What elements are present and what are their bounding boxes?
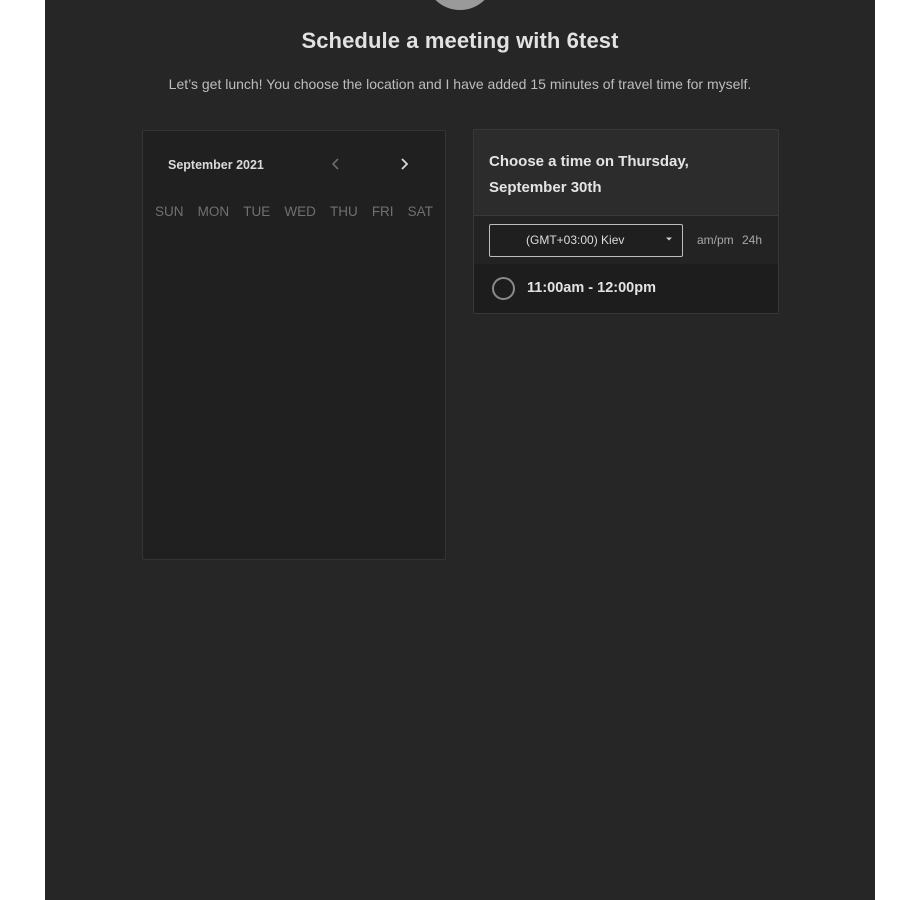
time-slot-label: 11:00am - 12:00pm — [527, 280, 656, 296]
weekday-label: SUN — [155, 204, 184, 219]
weekday-header-row: SUN MON TUE WED THU FRI SAT — [155, 204, 433, 219]
time-selection-panel: Choose a time on Thursday, September 30t… — [473, 129, 779, 314]
caret-down-icon — [666, 237, 672, 241]
heading-line-day: Choose a time on Thursday, — [489, 153, 689, 170]
weekday-label: WED — [284, 204, 316, 219]
time-panel-header: Choose a time on Thursday, September 30t… — [474, 130, 778, 216]
weekday-label: THU — [329, 204, 358, 219]
24h-format-toggle[interactable]: 24h — [742, 233, 762, 247]
scheduling-page: Schedule a meeting with 6test Let’s get … — [45, 0, 875, 900]
weekday-label: SAT — [407, 204, 433, 219]
avatar — [425, 0, 495, 10]
timezone-value: (GMT+03:00) Kiev — [526, 233, 625, 247]
chevron-right-icon — [401, 158, 409, 170]
time-panel-heading: Choose a time on Thursday, September 30t… — [489, 149, 739, 201]
calendar-month-label: September 2021 — [168, 158, 264, 172]
calendar-panel: September 2021 SUN MON TUE WED THU FRI S… — [142, 130, 446, 560]
page-subtitle: Let’s get lunch! You choose the location… — [168, 76, 752, 92]
chevron-left-icon — [331, 158, 339, 170]
weekday-label: FRI — [371, 204, 394, 219]
radio-button[interactable] — [492, 277, 515, 300]
previous-month-button[interactable] — [323, 151, 349, 177]
weekday-label: TUE — [243, 204, 271, 219]
weekday-label: MON — [197, 204, 230, 219]
next-month-button[interactable] — [391, 151, 417, 177]
timezone-select[interactable]: (GMT+03:00) Kiev — [489, 224, 683, 257]
page-title: Schedule a meeting with 6test — [301, 28, 619, 53]
heading-line-date: September 30th — [489, 179, 602, 196]
ampm-format-toggle[interactable]: am/pm — [697, 233, 734, 247]
time-slot-option[interactable]: 11:00am - 12:00pm — [474, 264, 778, 313]
